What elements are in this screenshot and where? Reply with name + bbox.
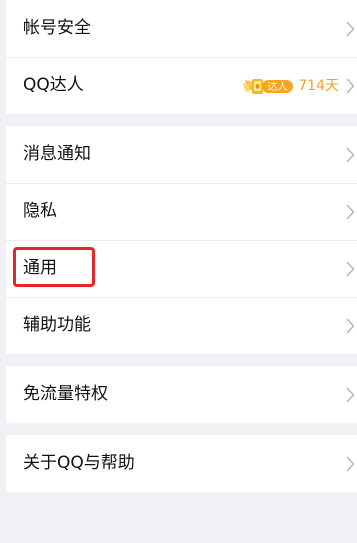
chevron-right-icon [346,261,355,277]
chevron-right-icon [346,21,355,37]
chevron-right-icon [346,78,355,94]
settings-item-accessibility[interactable]: 辅助功能 [6,297,357,354]
settings-item-label: 辅助功能 [23,315,91,335]
settings-item-label: 隐私 [23,201,57,221]
settings-item-label: 免流量特权 [23,384,108,404]
settings-item-data-free-privilege[interactable]: 免流量特权 [6,366,357,423]
settings-item-label: QQ达人 [23,75,84,95]
settings-group-account: 帐号安全 QQ达人 达人 714天 [6,0,357,114]
settings-item-label: 消息通知 [23,144,91,164]
settings-item-qq-master[interactable]: QQ达人 达人 714天 [6,57,357,114]
settings-group-about: 关于QQ与帮助 [6,435,357,492]
qq-master-badge-icon: 达人 [243,78,294,94]
highlight-annotation-box [13,247,95,287]
settings-item-privacy[interactable]: 隐私 [6,183,357,240]
settings-item-notifications[interactable]: 消息通知 [6,126,357,183]
settings-group-general: 消息通知 隐私 通用 辅助功能 [6,126,357,354]
settings-group-data-free: 免流量特权 [6,366,357,423]
chevron-right-icon [346,147,355,163]
settings-item-about-qq-help[interactable]: 关于QQ与帮助 [6,435,357,492]
chevron-right-icon [346,387,355,403]
chevron-right-icon [346,318,355,334]
qq-master-days: 714天 [298,77,339,94]
qq-master-badge-text: 达人 [268,81,288,93]
chevron-right-icon [346,204,355,220]
settings-item-account-security[interactable]: 帐号安全 [6,0,357,57]
settings-item-label: 关于QQ与帮助 [23,453,135,473]
qq-master-badge: 达人 714天 [242,76,339,96]
settings-item-label: 帐号安全 [23,18,91,38]
chevron-right-icon [346,456,355,472]
